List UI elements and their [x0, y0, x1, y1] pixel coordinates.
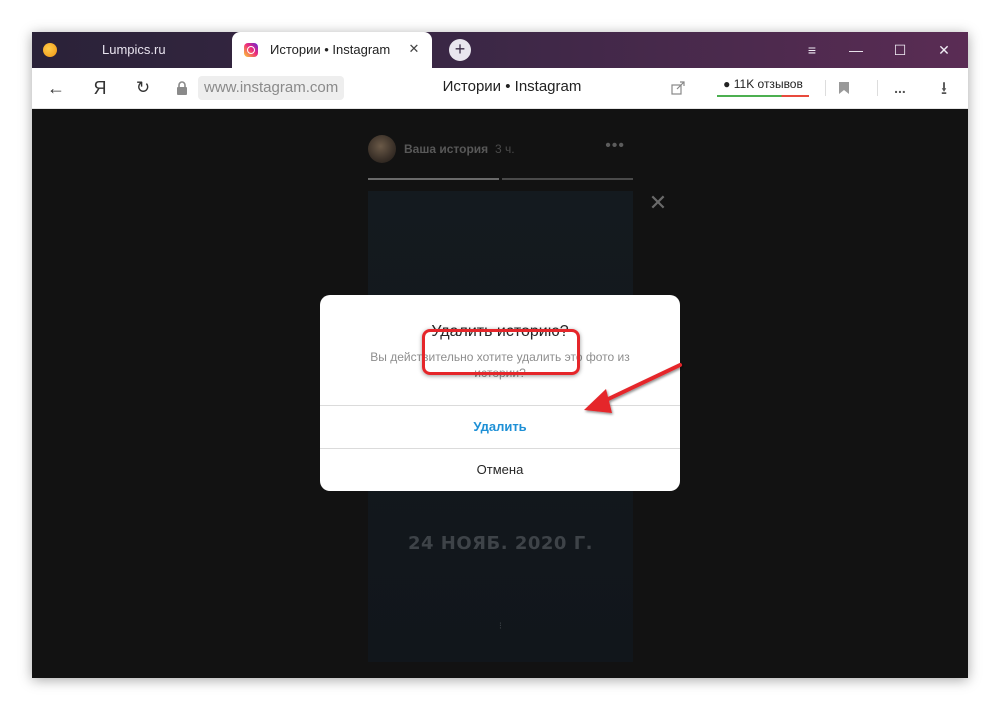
story-time: 3 ч. — [495, 142, 515, 156]
story-more-options-icon[interactable]: ••• — [605, 137, 625, 155]
maximize-icon[interactable]: ☐ — [878, 32, 922, 68]
delete-story-dialog: Удалить историю? Вы действительно хотите… — [320, 295, 680, 491]
cancel-button[interactable]: Отмена — [320, 449, 680, 491]
tab-close-icon[interactable]: ✕ — [406, 41, 422, 57]
minimize-icon[interactable]: — — [834, 32, 878, 68]
menu-icon[interactable]: ≡ — [790, 32, 834, 68]
reload-icon[interactable]: ↻ — [130, 76, 156, 100]
annotation-highlight-box — [422, 329, 580, 375]
back-arrow-icon[interactable]: ← — [43, 76, 69, 100]
progress-segment — [502, 178, 633, 180]
story-viewer: Ваша история 3 ч. ••• ✕ 24 НОЯБ. 2020 Г.… — [32, 109, 968, 678]
address-bar: ← Я ↻ www.instagram.com Истории • Instag… — [32, 68, 968, 109]
story-header: Ваша история 3 ч. ••• — [368, 133, 633, 169]
bookmark-icon[interactable] — [832, 76, 856, 100]
download-icon[interactable]: ⭳ — [932, 76, 956, 100]
browser-window: Lumpics.ru Истории • Instagram ✕ + ≡ — ☐… — [32, 32, 968, 678]
tab-label: Истории • Instagram — [270, 42, 391, 57]
page-title: Истории • Instagram — [442, 78, 582, 95]
close-window-icon[interactable]: ✕ — [922, 32, 966, 68]
reviews-rating-bar — [717, 95, 809, 97]
avatar[interactable] — [368, 135, 396, 163]
story-progress — [368, 178, 633, 180]
lumpics-favicon-icon — [43, 43, 57, 57]
instagram-favicon-icon — [244, 43, 258, 57]
yandex-logo-icon[interactable]: Я — [87, 76, 113, 100]
new-tab-button[interactable]: + — [449, 39, 471, 61]
url-field[interactable]: www.instagram.com — [172, 76, 352, 100]
tab-label: Lumpics.ru — [102, 42, 166, 57]
lock-icon — [177, 81, 187, 95]
tab-bar: Lumpics.ru Истории • Instagram ✕ + ≡ — ☐… — [32, 32, 968, 68]
tab-instagram[interactable]: Истории • Instagram ✕ — [232, 32, 432, 68]
more-options-icon[interactable]: ... — [888, 76, 912, 100]
divider — [877, 80, 878, 96]
progress-segment — [368, 178, 499, 180]
reviews-badge[interactable]: ● 11K отзывов — [717, 76, 809, 100]
reviews-label: ● 11K отзывов — [723, 77, 803, 91]
story-date-text: 24 НОЯБ. 2020 Г. — [407, 533, 594, 554]
divider — [825, 80, 826, 96]
story-username[interactable]: Ваша история — [404, 142, 488, 156]
url-text[interactable]: www.instagram.com — [198, 76, 345, 100]
story-bottom-mark: ⁝ — [498, 621, 503, 632]
chat-bubble-icon: ● — [723, 77, 731, 91]
delete-button[interactable]: Удалить — [320, 406, 680, 448]
tab-lumpics[interactable]: Lumpics.ru — [32, 32, 232, 68]
close-story-icon[interactable]: ✕ — [648, 192, 668, 214]
share-icon[interactable] — [666, 76, 690, 100]
